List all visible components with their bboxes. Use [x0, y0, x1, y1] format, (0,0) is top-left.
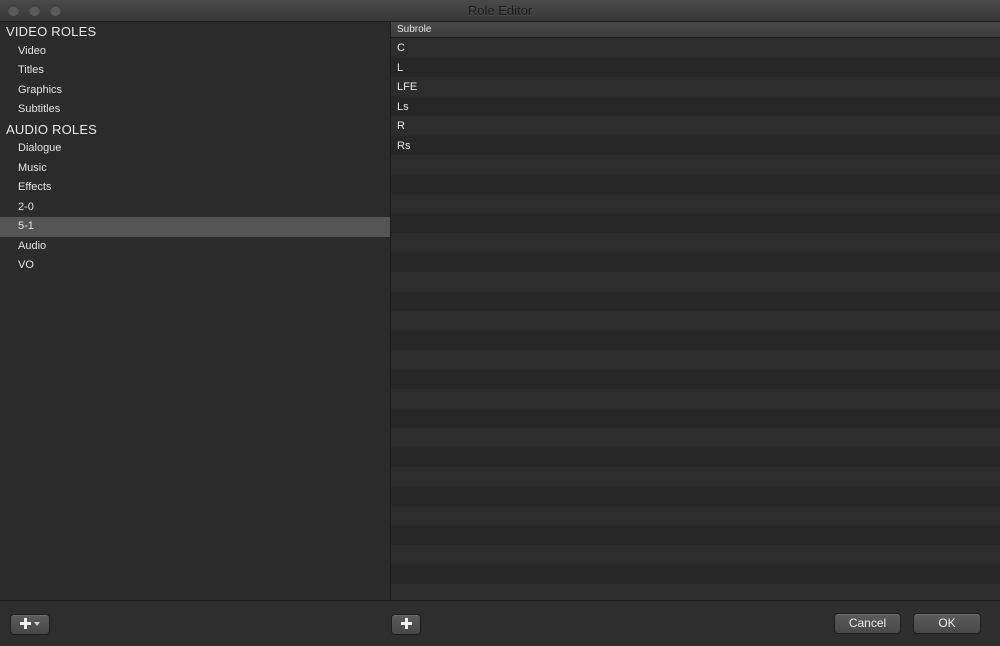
window-title: Role Editor: [467, 3, 533, 18]
subrole-row-lfe[interactable]: LFE: [391, 78, 1000, 98]
plus-icon: [400, 618, 412, 629]
bottom-toolbar: Cancel OK: [0, 600, 1000, 646]
role-item-titles[interactable]: Titles: [0, 61, 390, 81]
add-role-menu-button[interactable]: [10, 614, 50, 635]
role-item-subtitles[interactable]: Subtitles: [0, 100, 390, 120]
role-item-5-1-selected[interactable]: 5-1: [0, 217, 390, 237]
role-item-2-0[interactable]: 2-0: [0, 198, 390, 218]
subrole-row-rs[interactable]: Rs: [391, 137, 1000, 157]
subrole-row-ls[interactable]: Ls: [391, 98, 1000, 118]
plus-icon: [20, 618, 31, 629]
video-roles-header: VIDEO ROLES: [6, 24, 97, 39]
roles-list: VIDEO ROLES Video Titles Graphics Subtit…: [0, 22, 391, 600]
role-item-music[interactable]: Music: [0, 159, 390, 179]
ok-button[interactable]: OK: [913, 613, 981, 634]
role-item-vo[interactable]: VO: [0, 256, 390, 276]
audio-roles-header: AUDIO ROLES: [6, 121, 98, 137]
subrole-row-r[interactable]: R: [391, 117, 1000, 137]
add-subrole-button[interactable]: [391, 614, 421, 635]
subrole-column-header[interactable]: Subrole: [391, 22, 1000, 38]
cancel-button[interactable]: Cancel: [834, 613, 901, 634]
role-item-dialogue[interactable]: Dialogue: [0, 139, 390, 159]
role-item-audio[interactable]: Audio: [0, 237, 390, 257]
role-editor-window: Role Editor VIDEO ROLES Video Titles Gra…: [0, 0, 1000, 646]
subrole-rows: C L LFE Ls R Rs: [391, 39, 1000, 156]
role-item-video[interactable]: Video: [0, 42, 390, 62]
subroles-table: Subrole C L LFE Ls R Rs: [391, 22, 1000, 600]
subrole-row-l[interactable]: L: [391, 59, 1000, 79]
subrole-row-c[interactable]: C: [391, 39, 1000, 59]
role-item-effects[interactable]: Effects: [0, 178, 390, 198]
role-item-graphics[interactable]: Graphics: [0, 81, 390, 101]
caret-down-icon: [34, 622, 40, 626]
title-bar[interactable]: Role Editor: [0, 0, 1000, 22]
